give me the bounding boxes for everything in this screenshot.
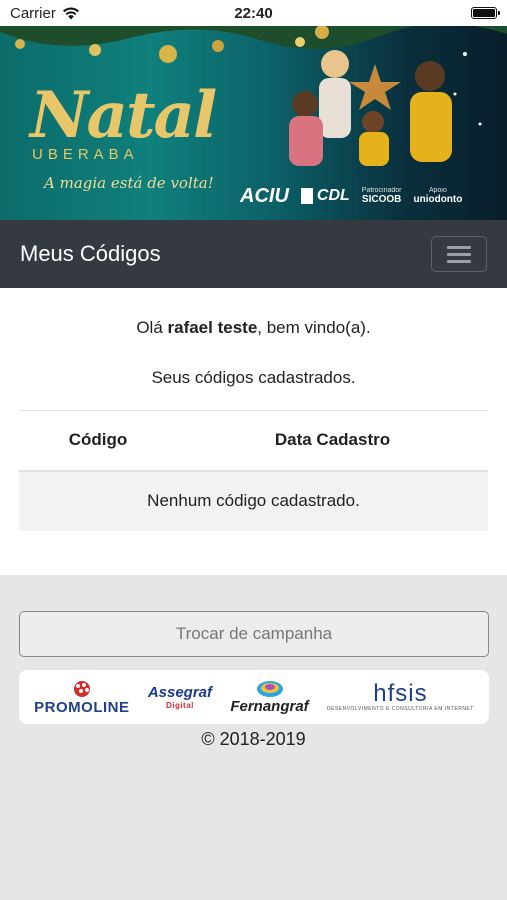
banner-city: UBERABA <box>32 146 139 163</box>
footer: Trocar de campanha PROMOLINE Assegraf Di… <box>0 575 507 900</box>
page-title: Meus Códigos <box>20 241 161 266</box>
campaign-banner: Natal UBERABA A magia está de volta! ACI… <box>0 26 507 220</box>
column-header-code: Código <box>19 410 177 472</box>
partner-logos: PROMOLINE Assegraf Digital Fernangraf hf… <box>19 670 489 724</box>
menu-icon <box>447 245 471 249</box>
battery-icon <box>471 7 500 19</box>
banner-tagline: A magia está de volta! <box>44 174 214 192</box>
table-header-row: Código Data Cadastro <box>19 410 488 472</box>
table-row: Nenhum código cadastrado. <box>19 470 488 531</box>
sponsor-sicoob: Patrocinador SICOOB <box>361 187 402 205</box>
main-content: Olá rafael teste, bem vindo(a). Seus cód… <box>0 288 507 575</box>
promoline-icon <box>73 680 90 697</box>
greeting: Olá rafael teste, bem vindo(a). <box>136 318 371 337</box>
change-campaign-button[interactable]: Trocar de campanha <box>19 611 489 657</box>
codes-table: Código Data Cadastro Nenhum código cadas… <box>19 410 488 531</box>
sponsor-cdl: CDL <box>300 188 350 204</box>
status-bar: Carrier 22:40 <box>0 0 507 26</box>
sponsor-logos: ACIU CDL Patrocinador SICOOB Apoio uniod… <box>240 178 500 214</box>
copyright: © 2018-2019 <box>201 729 306 749</box>
user-name: rafael teste <box>167 318 258 337</box>
carrier-label: Carrier <box>10 4 56 22</box>
navbar: Meus Códigos <box>0 220 507 288</box>
family-photo <box>289 50 482 166</box>
sponsor-uniodonto: Apoio uniodonto <box>413 187 463 205</box>
column-header-date: Data Cadastro <box>176 410 488 472</box>
banner-title: Natal <box>30 78 217 153</box>
wifi-icon <box>62 7 79 19</box>
partner-promoline[interactable]: PROMOLINE <box>34 679 129 716</box>
codes-subtitle: Seus códigos cadastrados. <box>151 368 356 387</box>
status-left: Carrier <box>10 5 80 22</box>
menu-button[interactable] <box>431 236 487 272</box>
fernangraf-icon <box>256 680 283 697</box>
partner-assegraf[interactable]: Assegraf Digital <box>148 684 212 710</box>
sponsor-aciu: ACIU <box>240 184 289 207</box>
partner-hfsis[interactable]: hfsis DESENVOLVIMENTO E CONSULTORIA EM I… <box>327 682 474 713</box>
partner-fernangraf[interactable]: Fernangraf <box>230 680 309 715</box>
empty-message: Nenhum código cadastrado. <box>19 470 488 531</box>
